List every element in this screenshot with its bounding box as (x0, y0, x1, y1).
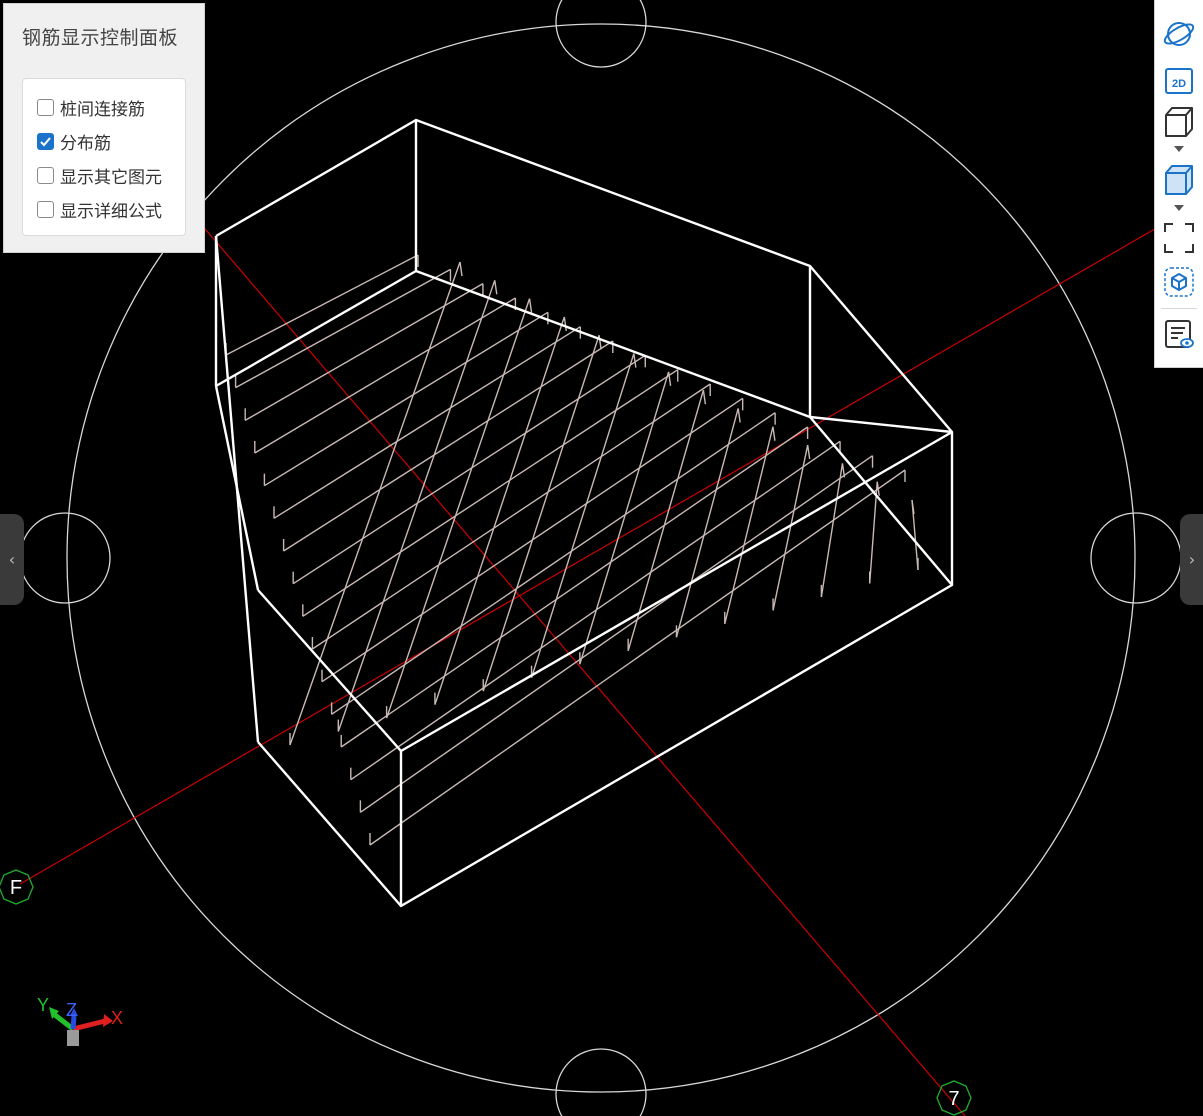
rebar-bar (633, 353, 637, 368)
rebar-bar (724, 426, 774, 625)
option-list: 桩间连接筋 分布筋 显示其它图元 显示详细公式 (22, 78, 186, 236)
checkbox[interactable] (37, 98, 54, 116)
chevron-down-icon (1174, 205, 1184, 211)
2d-view-button[interactable]: 2D (1160, 62, 1198, 98)
rebar-bar (563, 316, 568, 332)
option-distribution-bar[interactable]: 分布筋 (37, 129, 111, 154)
rebar-bar (459, 261, 463, 277)
rebar-bar (806, 444, 811, 460)
rebar-bar (264, 311, 549, 487)
option-label: 桩间连接筋 (60, 99, 145, 120)
display-settings-icon (1165, 320, 1194, 348)
pile-outline (66, 23, 1136, 1093)
axis-y-label: Y (37, 995, 49, 1015)
rebar-bar (289, 261, 461, 746)
panel-title: 钢筋显示控制面板 (22, 27, 179, 49)
checkbox-checked[interactable] (37, 132, 54, 150)
rebar-bar (302, 369, 679, 617)
axis-z-label: Z (66, 1000, 77, 1020)
rebar-bar (911, 499, 915, 515)
rebar-display-panel: 钢筋显示控制面板 桩间连接筋 分布筋 显示其它图元 显示详细公式 (3, 3, 205, 253)
checkbox[interactable] (37, 166, 54, 184)
isolate-view-button[interactable] (1160, 264, 1198, 300)
option-label: 显示详细公式 (60, 201, 162, 222)
rebar-bar (876, 481, 880, 496)
rebar-bar (254, 297, 516, 454)
checkbox[interactable] (37, 200, 54, 218)
checkmark-icon (40, 136, 51, 146)
pile-hole-bottom (555, 1048, 647, 1116)
wireframe-view-button[interactable] (1160, 104, 1198, 140)
view-toolbar: 2D (1154, 0, 1203, 368)
display-settings-button[interactable] (1160, 316, 1198, 352)
orbit-icon (1163, 22, 1195, 46)
rebar-bar (292, 354, 646, 585)
axis-marker-f[interactable]: F (0, 869, 34, 905)
coordinate-indicator: Y Z X (37, 995, 123, 1046)
rebar-bar (737, 408, 741, 423)
pile-hole-top (555, 0, 647, 68)
left-collapse-tab[interactable]: ‹ (0, 514, 24, 605)
axis-label-7: 7 (948, 1088, 959, 1110)
axis-line-f (19, 225, 1161, 885)
rebar-bar (530, 353, 635, 678)
fit-view-button[interactable] (1160, 220, 1198, 256)
rebar-bar (494, 280, 498, 295)
rebar-bar (359, 455, 873, 813)
rebar-bar (702, 390, 707, 405)
axis-label-f: F (10, 877, 22, 899)
rebar-bar (528, 298, 533, 313)
rebar-bar (482, 335, 600, 692)
2d-view-icon: 2D (1165, 68, 1193, 94)
orbit-button[interactable] (1160, 16, 1198, 52)
chevron-left-icon: ‹ (8, 550, 16, 569)
rebar-bar (235, 268, 451, 389)
rebar-bar (331, 412, 776, 715)
rebar-bar (434, 316, 565, 705)
option-show-other-elements[interactable]: 显示其它图元 (37, 163, 162, 188)
axis-x-label: X (111, 1008, 123, 1028)
axis-line-7 (199, 222, 966, 1116)
option-pile-connecting-bar[interactable]: 桩间连接筋 (37, 95, 145, 120)
option-label: 分布筋 (60, 133, 111, 154)
solid-cube-icon (1165, 165, 1193, 195)
pile-hole-right (1090, 512, 1182, 604)
rebar-bar (841, 463, 846, 478)
rebar-bar (772, 444, 809, 611)
pile-hole-left (19, 512, 111, 604)
axis-marker-7[interactable]: 7 (936, 1080, 972, 1116)
wireframe-cube-icon (1165, 107, 1193, 137)
option-show-detailed-formula[interactable]: 显示详细公式 (37, 197, 162, 222)
toolbar-separator (1161, 308, 1197, 309)
rebar-bar (598, 335, 602, 350)
rebar-bar (579, 371, 670, 665)
rebar-bar (675, 408, 739, 638)
isolate-cube-icon (1164, 267, 1194, 297)
fit-view-icon (1164, 223, 1194, 253)
rebar-bar (772, 426, 776, 441)
option-label: 显示其它图元 (60, 167, 162, 188)
rebar-group (225, 254, 919, 846)
wireframe-dropdown[interactable] (1160, 141, 1198, 157)
rebar-bar (244, 283, 484, 421)
2d-label: 2D (1172, 78, 1186, 90)
chevron-down-icon (1174, 146, 1184, 152)
solid-dropdown[interactable] (1160, 200, 1198, 216)
chevron-right-icon: › (1188, 550, 1196, 569)
solid-view-button[interactable] (1160, 162, 1198, 198)
right-collapse-tab[interactable]: › (1180, 514, 1203, 605)
